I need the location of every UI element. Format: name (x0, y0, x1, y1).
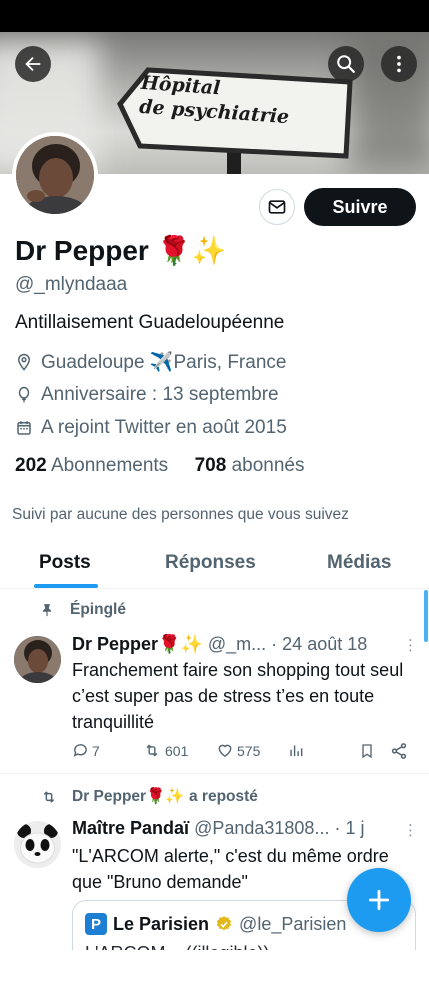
quote-author-handle: @le_Parisien (239, 913, 347, 934)
quote-header: P Le Parisien @le_Parisien (85, 913, 346, 935)
mail-icon (268, 200, 286, 214)
repost-text: Dr Pepper🌹✨ a reposté (72, 788, 258, 805)
tweet2-header: Maître Pandaï @Panda31808... · 1 j (72, 818, 412, 839)
reply-icon (73, 744, 87, 757)
tweet2-author-handle: @Panda31808... (194, 818, 330, 838)
profile-bio: Antillaisement Guadeloupéenne (15, 312, 285, 333)
tab-posts[interactable]: Posts (39, 552, 91, 574)
message-button[interactable] (259, 189, 295, 225)
profile-location: Guadeloupe ✈️Paris, France (15, 349, 286, 375)
back-button[interactable] (15, 46, 51, 82)
parisien-logo-icon: P (85, 913, 107, 935)
panda-avatar-image (14, 821, 61, 868)
like-button[interactable]: 575 (216, 742, 260, 759)
compose-button[interactable] (347, 868, 411, 932)
retweet-button[interactable]: 601 (142, 742, 188, 759)
tweet2-date[interactable]: · 1 j (334, 818, 364, 838)
pinned-label: Épinglé (40, 601, 126, 619)
tab-replies[interactable]: Réponses (165, 552, 256, 574)
birthday-text: Anniversaire : 13 septembre (41, 384, 279, 405)
balloon-icon (18, 386, 30, 403)
followers-link[interactable]: 708 abonnés (195, 455, 305, 476)
reply-count: 7 (92, 742, 100, 759)
search-button[interactable] (328, 46, 364, 82)
quote-author-name: Le Parisien (113, 913, 210, 934)
bookmark-icon (362, 744, 372, 759)
bookmark-button[interactable] (359, 742, 378, 760)
follow-button[interactable]: Suivre (304, 188, 416, 226)
share-icon (391, 743, 407, 759)
active-tab-indicator (34, 584, 98, 588)
tweet-avatar[interactable] (14, 636, 61, 683)
followers-count: 708 (194, 455, 227, 476)
following-link[interactable]: 202 Abonnements (15, 455, 168, 476)
search-icon (337, 55, 355, 73)
verified-badge-icon (216, 916, 232, 931)
plus-icon (368, 889, 390, 911)
like-count: 575 (237, 742, 261, 759)
tweet-actions: 7 601 575 (72, 742, 414, 764)
tweet-date[interactable]: · 24 août 18 (271, 634, 367, 654)
profile-avatar[interactable] (12, 132, 98, 218)
status-bar (0, 0, 429, 32)
repost-label[interactable]: Dr Pepper🌹✨ a reposté (40, 787, 258, 806)
bottom-nav-area (0, 950, 429, 1000)
profile-joined: A rejoint Twitter en août 2015 (15, 415, 287, 441)
tweet-text[interactable]: Franchement faire son shopping tout seul… (72, 657, 412, 735)
profile-name: Dr Pepper 🌹✨ (15, 234, 226, 267)
repost-icon (43, 790, 55, 803)
tweet-header: Dr Pepper🌹✨ @_m... · 24 août 18 (72, 634, 417, 655)
calendar-icon (17, 421, 31, 435)
followed-by-text: Suivi par aucune des personnes que vous … (12, 506, 349, 523)
profile-tabs: Posts Réponses Médias (0, 540, 429, 589)
arrow-left-icon (25, 56, 41, 72)
tweet-more-button[interactable]: ⋮ (403, 636, 418, 654)
scrollbar[interactable] (424, 590, 428, 642)
avatar-image (16, 136, 94, 214)
panda-avatar[interactable] (14, 821, 61, 868)
profile-birthday: Anniversaire : 13 septembre (15, 382, 279, 408)
bar-chart-icon (290, 745, 303, 757)
heart-icon (218, 744, 232, 758)
location-text: Guadeloupe ✈️Paris, France (41, 352, 287, 373)
profile-stats: 202 Abonnements 708 abonnés (15, 455, 304, 477)
reply-button[interactable]: 7 (72, 742, 100, 759)
following-label: Abonnements (50, 455, 169, 476)
tab-media[interactable]: Médias (327, 552, 391, 574)
tweet-avatar-image (14, 636, 61, 683)
more-button[interactable] (381, 46, 417, 82)
tweet2-author-name[interactable]: Maître Pandaï (72, 818, 189, 838)
profile-name-text: Dr Pepper (15, 235, 149, 266)
followers-label: abonnés (231, 455, 305, 476)
share-button[interactable] (390, 742, 411, 760)
tweet-author-name[interactable]: Dr Pepper🌹✨ (72, 634, 203, 654)
pin-icon (42, 604, 52, 617)
tweet-divider (0, 773, 429, 774)
pinned-text: Épinglé (70, 601, 126, 618)
profile-name-emoji: 🌹✨ (156, 235, 227, 266)
tweet-author-handle: @_m... (207, 634, 267, 654)
views-button[interactable] (287, 742, 308, 759)
following-count: 202 (15, 455, 47, 476)
tweet2-more-button[interactable]: ⋮ (403, 821, 418, 839)
joined-text: A rejoint Twitter en août 2015 (41, 417, 287, 438)
repost-icon (146, 744, 158, 757)
profile-handle: @_mlyndaaa (15, 274, 128, 295)
location-pin-icon (17, 353, 31, 371)
retweet-count: 601 (165, 742, 189, 759)
more-vertical-icon (397, 55, 401, 73)
